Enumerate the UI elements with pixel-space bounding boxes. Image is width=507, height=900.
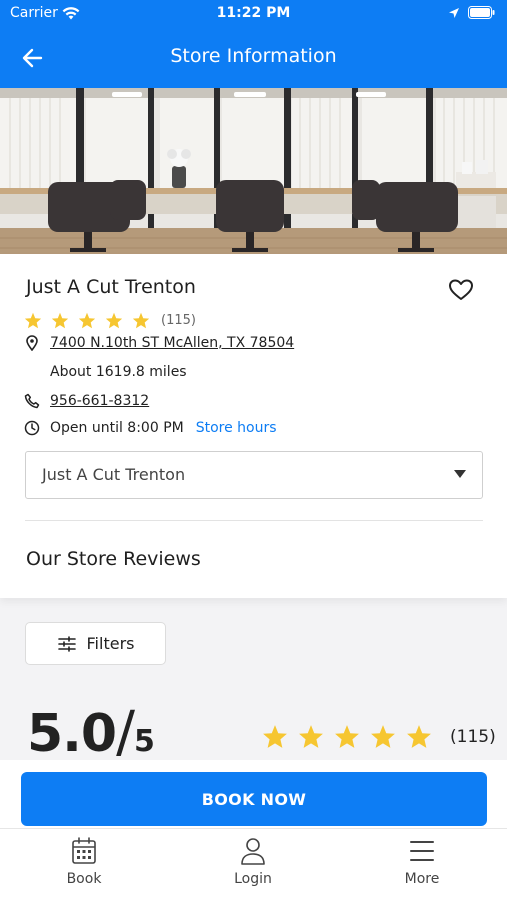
tab-book[interactable]: Book	[24, 837, 144, 887]
overall-stars: (115)	[262, 724, 496, 749]
store-rating: (115)	[24, 312, 196, 329]
heart-outline-icon[interactable]	[448, 278, 474, 302]
star-icon	[263, 725, 287, 748]
star-icon	[132, 312, 150, 329]
store-distance: About 1619.8 miles	[50, 364, 187, 380]
star-icon	[24, 312, 42, 329]
reviews-title: Our Store Reviews	[26, 548, 201, 570]
store-address[interactable]: 7400 N.10th ST McAllen, TX 78504	[50, 335, 294, 351]
sliders-icon	[57, 635, 76, 652]
star-icon	[51, 312, 69, 329]
phone-icon	[24, 393, 40, 409]
divider	[25, 520, 483, 521]
star-icon	[335, 725, 359, 748]
bottom-tab-bar: Book Login More	[0, 828, 507, 900]
book-now-button[interactable]: BOOK NOW	[21, 772, 487, 826]
menu-icon	[410, 841, 434, 861]
store-select-value: Just A Cut Trenton	[42, 465, 186, 484]
status-right	[448, 6, 495, 19]
store-photo	[0, 88, 507, 254]
location-arrow-icon	[449, 7, 459, 18]
filters-button[interactable]: Filters	[25, 622, 166, 665]
book-now-bar: BOOK NOW	[0, 760, 507, 828]
star-icon	[407, 725, 431, 748]
clock-icon	[24, 420, 40, 436]
rating-score: 5.0	[27, 704, 117, 764]
star-icon	[299, 725, 323, 748]
rating-slash: /	[116, 700, 135, 765]
phone-row[interactable]: 956-661-8312	[24, 393, 149, 409]
battery-icon	[468, 6, 495, 19]
map-pin-icon	[26, 335, 38, 351]
hours-row: Open until 8:00 PM Store hours	[24, 420, 277, 436]
store-select[interactable]: Just A Cut Trenton	[25, 451, 483, 499]
store-phone[interactable]: 956-661-8312	[50, 393, 149, 409]
status-bar: Carrier 11:22 PM	[0, 0, 507, 28]
star-icon	[105, 312, 123, 329]
store-name: Just A Cut Trenton	[26, 276, 196, 298]
filters-label: Filters	[86, 634, 135, 653]
tab-book-label: Book	[66, 871, 102, 887]
page-title: Store Information	[170, 45, 337, 67]
status-time: 11:22 PM	[216, 5, 291, 21]
tab-login-label: Login	[234, 871, 272, 887]
app-header: Store Information	[0, 28, 507, 88]
overall-review-count: (115)	[450, 726, 496, 747]
tab-more[interactable]: More	[362, 837, 482, 887]
hours-text: Open until 8:00 PM	[50, 420, 184, 436]
address-row[interactable]: 7400 N.10th ST McAllen, TX 78504	[24, 335, 294, 351]
rating-out-of: 5	[134, 724, 155, 759]
star-icon	[371, 725, 395, 748]
user-icon	[241, 838, 265, 865]
review-count: (115)	[161, 313, 196, 328]
tab-login[interactable]: Login	[193, 837, 313, 887]
calendar-icon	[72, 837, 96, 864]
tab-more-label: More	[404, 871, 440, 887]
star-icon	[78, 312, 96, 329]
chevron-down-icon	[454, 470, 466, 478]
overall-rating: 5.0/5	[27, 700, 155, 765]
store-info-card: Just A Cut Trenton (115) 7400 N.10th ST …	[0, 254, 507, 598]
store-hours-link[interactable]: Store hours	[196, 420, 277, 436]
